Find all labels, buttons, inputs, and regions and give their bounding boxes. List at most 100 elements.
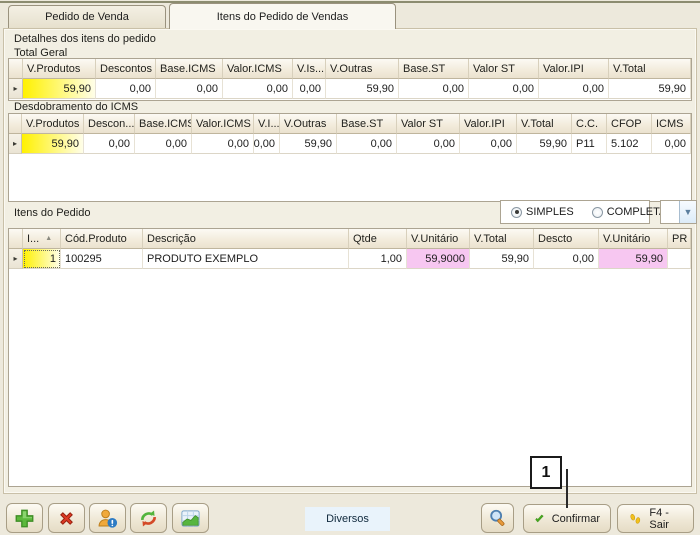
column-header-label: Descon... <box>88 118 134 130</box>
column-header-valor-ipi[interactable]: Valor.IPI <box>460 114 517 134</box>
column-header-label: Valor.ICMS <box>196 118 251 130</box>
column-header-qtde[interactable]: Qtde <box>349 229 407 249</box>
column-header-label: V.Is... <box>297 63 324 75</box>
chart-button[interactable] <box>172 503 209 533</box>
combobox-field <box>661 201 679 223</box>
confirm-button[interactable]: Confirmar <box>523 504 611 533</box>
column-header-v-is-[interactable]: V.Is... <box>293 59 326 79</box>
exit-button[interactable]: F4 - Sair <box>617 504 694 533</box>
row-selector-cell[interactable]: ▸ <box>9 79 23 99</box>
column-header-base-icms[interactable]: Base.ICMS <box>156 59 223 79</box>
cell-v-total[interactable]: 59,90 <box>609 79 691 99</box>
cell-v-total[interactable]: 59,90 <box>517 134 572 154</box>
delete-button[interactable] <box>48 503 85 533</box>
row-selector-icon: ▸ <box>13 84 17 93</box>
add-button[interactable] <box>6 503 43 533</box>
column-header-descontos[interactable]: Descontos <box>96 59 156 79</box>
cell-descontos[interactable]: 0,00 <box>96 79 156 99</box>
cell-v-outras[interactable]: 59,90 <box>326 79 399 99</box>
column-header-valor-st[interactable]: Valor ST <box>397 114 460 134</box>
cell-v-outras[interactable]: 59,90 <box>280 134 337 154</box>
exit-label: F4 - Sair <box>649 507 683 531</box>
column-header-v-outras[interactable]: V.Outras <box>326 59 399 79</box>
footprints-icon <box>628 510 642 528</box>
cell-valor-st[interactable]: 0,00 <box>397 134 460 154</box>
radio-simples[interactable]: SIMPLES <box>511 206 574 218</box>
cell-v-produtos[interactable]: 59,90 <box>23 79 96 99</box>
column-header-base-icms[interactable]: Base.ICMS <box>135 114 192 134</box>
itens-caption: Itens do Pedido <box>14 207 90 219</box>
cell-v-i-[interactable]: 0,00 <box>254 134 280 154</box>
cell-c-d-produto[interactable]: 100295 <box>61 249 143 269</box>
column-header-v-i-[interactable]: V.I... <box>254 114 280 134</box>
cell-valor-icms[interactable]: 0,00 <box>223 79 293 99</box>
column-header-v-total[interactable]: V.Total <box>470 229 534 249</box>
column-header-descon-[interactable]: Descon... <box>84 114 135 134</box>
column-header-v-produtos[interactable]: V.Produtos <box>22 114 84 134</box>
cell-base-st[interactable]: 0,00 <box>337 134 397 154</box>
column-header-descri-o[interactable]: Descrição <box>143 229 349 249</box>
cell-qtde[interactable]: 1,00 <box>349 249 407 269</box>
column-header-valor-icms[interactable]: Valor.ICMS <box>223 59 293 79</box>
cell-v-unit-rio[interactable]: 59,90 <box>599 249 668 269</box>
column-header-v-total[interactable]: V.Total <box>517 114 572 134</box>
column-header-icms[interactable]: ICMS <box>652 114 691 134</box>
column-header-label: Descontos <box>100 63 152 75</box>
cell-pr[interactable] <box>668 249 691 269</box>
cell-base-icms[interactable]: 0,00 <box>135 134 192 154</box>
cell-v-total[interactable]: 59,90 <box>470 249 534 269</box>
cell-v-is-[interactable]: 0,00 <box>293 79 326 99</box>
tab-itens-do-pedido[interactable]: Itens do Pedido de Vendas <box>169 3 396 29</box>
column-header-valor-st[interactable]: Valor ST <box>469 59 539 79</box>
cell-descri-o[interactable]: PRODUTO EXEMPLO <box>143 249 349 269</box>
column-header-label: V.Outras <box>330 63 372 75</box>
cell-cfop[interactable]: 5.102 <box>607 134 652 154</box>
column-header-pr[interactable]: PR <box>668 229 691 249</box>
column-header-i-[interactable]: I...▲ <box>23 229 61 249</box>
cell-v-produtos[interactable]: 59,90 <box>22 134 84 154</box>
cell-c-c-[interactable]: P11 <box>572 134 607 154</box>
row-selector-cell[interactable]: ▸ <box>9 249 23 269</box>
row-selector-icon: ▸ <box>13 254 17 263</box>
column-header-v-unit-rio[interactable]: V.Unitário <box>407 229 470 249</box>
cell-icms[interactable]: 0,00 <box>652 134 691 154</box>
column-header-base-st[interactable]: Base.ST <box>337 114 397 134</box>
radio-completa[interactable]: COMPLETA <box>592 206 667 218</box>
column-header-descto[interactable]: Descto <box>534 229 599 249</box>
cell-descto[interactable]: 0,00 <box>534 249 599 269</box>
diversos-button[interactable]: Diversos <box>305 507 390 531</box>
column-header-v-outras[interactable]: V.Outras <box>280 114 337 134</box>
column-header-v-unit-rio[interactable]: V.Unitário <box>599 229 668 249</box>
refresh-button[interactable] <box>130 503 167 533</box>
selector-column-header <box>9 229 23 249</box>
chevron-down-icon[interactable]: ▼ <box>679 201 696 223</box>
search-button[interactable] <box>481 503 514 533</box>
column-header-c-c-[interactable]: C.C. <box>572 114 607 134</box>
cell-valor-ipi[interactable]: 0,00 <box>539 79 609 99</box>
add-icon <box>13 507 36 530</box>
column-header-v-total[interactable]: V.Total <box>609 59 691 79</box>
column-header-v-produtos[interactable]: V.Produtos <box>23 59 96 79</box>
column-header-c-d-produto[interactable]: Cód.Produto <box>61 229 143 249</box>
annotation-pointer-line <box>566 469 568 508</box>
column-header-label: V.Total <box>474 233 507 245</box>
cell-valor-icms[interactable]: 0,00 <box>192 134 254 154</box>
column-header-base-st[interactable]: Base.ST <box>399 59 469 79</box>
cell-valor-st[interactable]: 0,00 <box>469 79 539 99</box>
column-header-valor-ipi[interactable]: Valor.IPI <box>539 59 609 79</box>
column-header-cfop[interactable]: CFOP <box>607 114 652 134</box>
cell-descon-[interactable]: 0,00 <box>84 134 135 154</box>
row-selector-cell[interactable]: ▸ <box>9 134 22 154</box>
cell-i-[interactable]: 1 <box>23 249 61 269</box>
tab-pedido-de-venda[interactable]: Pedido de Venda <box>8 5 166 28</box>
selector-column-header <box>9 59 23 79</box>
grid-options-combobox[interactable]: ▼ <box>660 200 697 224</box>
cell-valor-ipi[interactable]: 0,00 <box>460 134 517 154</box>
cell-base-icms[interactable]: 0,00 <box>156 79 223 99</box>
column-header-valor-icms[interactable]: Valor.ICMS <box>192 114 254 134</box>
delete-icon <box>55 507 78 530</box>
cell-base-st[interactable]: 0,00 <box>399 79 469 99</box>
grid-header-row: V.ProdutosDescon...Base.ICMSValor.ICMSV.… <box>9 114 691 134</box>
cell-v-unit-rio[interactable]: 59,9000 <box>407 249 470 269</box>
user-info-button[interactable] <box>89 503 126 533</box>
